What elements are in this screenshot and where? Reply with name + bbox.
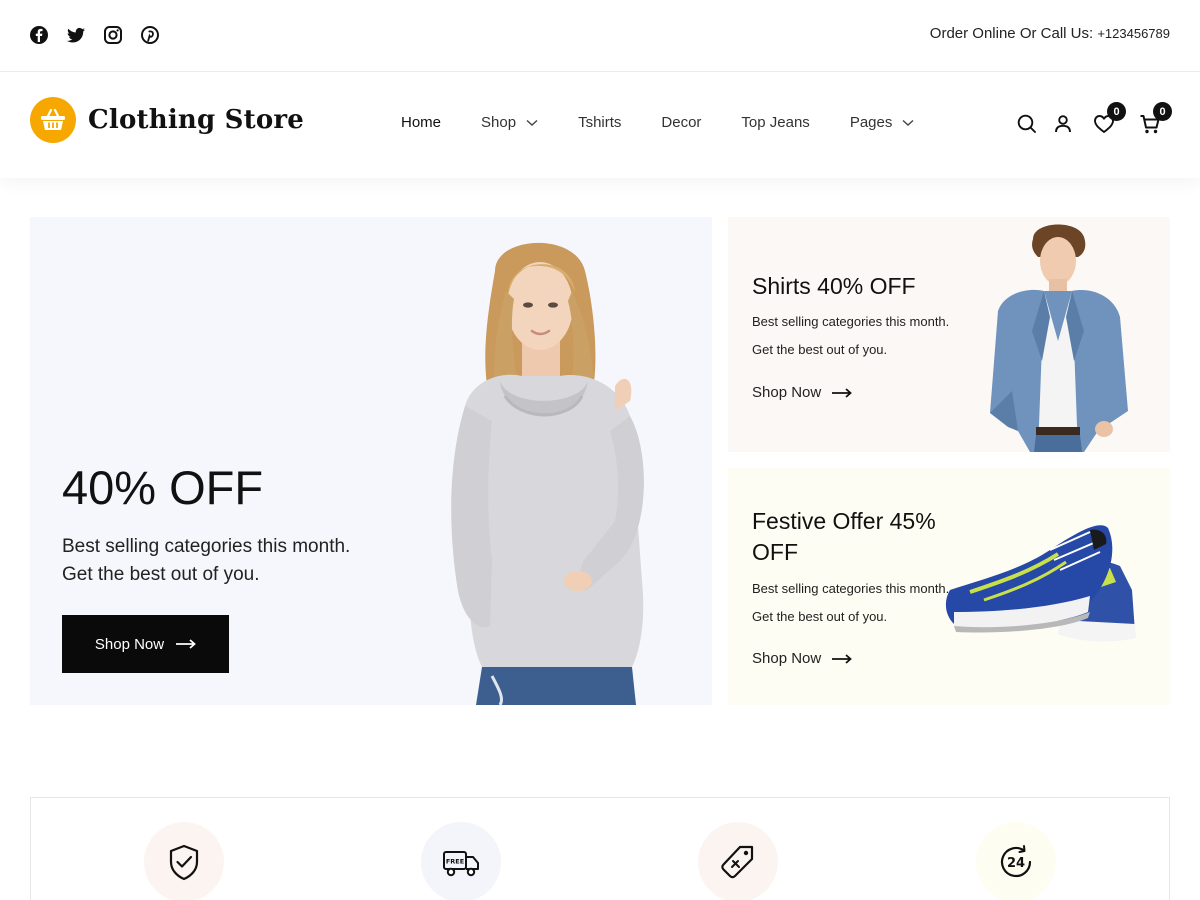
feature-quality <box>144 822 224 900</box>
hero-button-label: Shop Now <box>94 635 165 653</box>
wishlist-button[interactable]: 0 <box>1093 102 1126 135</box>
arrow-right-icon <box>176 639 196 649</box>
features-strip: FREE 24 <box>30 797 1170 900</box>
promo-shop-now-link[interactable]: Shop Now <box>752 384 853 401</box>
search-icon[interactable] <box>1016 113 1038 135</box>
nav-item-shop[interactable]: Shop <box>481 114 538 131</box>
nav-item-decor[interactable]: Decor <box>661 114 701 131</box>
promo-title: Shirts 40% OFF <box>752 273 916 299</box>
free-delivery-truck-icon: FREE <box>443 851 479 877</box>
svg-text:FREE: FREE <box>446 858 464 866</box>
site-logo[interactable]: Clothing Store <box>30 97 304 143</box>
promo-card-festive: Festive Offer 45% OFF Best selling categ… <box>728 468 1170 705</box>
model-man-denim-jacket-image <box>990 224 1128 452</box>
instagram-icon[interactable] <box>103 25 123 45</box>
main-header: Clothing Store Home Shop Tshirts Decor T… <box>0 72 1200 178</box>
cart-button[interactable]: 0 <box>1139 102 1172 135</box>
cart-count-badge: 0 <box>1153 102 1172 121</box>
contact-label: Order Online Or Call Us: <box>929 25 1094 42</box>
twitter-icon[interactable] <box>66 25 86 45</box>
hero-title: 40% OFF <box>62 461 264 514</box>
contact-info: Order Online Or Call Us: +123456789 <box>930 25 1170 42</box>
nav-label: Home <box>401 114 442 131</box>
feature-discount <box>698 822 778 900</box>
nav-label: Pages <box>849 114 893 131</box>
nav-item-top-jeans[interactable]: Top Jeans <box>741 114 809 131</box>
shield-check-icon <box>169 844 199 881</box>
feature-support: 24 <box>976 822 1056 900</box>
facebook-icon[interactable] <box>29 25 49 45</box>
hero-shop-now-button[interactable]: Shop Now <box>62 615 229 673</box>
nav-item-pages[interactable]: Pages <box>850 114 915 131</box>
top-bar: Order Online Or Call Us: +123456789 <box>0 0 1200 72</box>
support-24-icon: 24 <box>1000 845 1032 878</box>
nav-label: Shop <box>481 114 517 131</box>
promo-subtitle: Best selling categories this month. Get … <box>752 314 950 357</box>
logo-text: Clothing Store <box>88 105 305 135</box>
hero-banner: 40% OFF Best selling categories this mon… <box>30 217 712 705</box>
svg-text:24: 24 <box>1007 856 1025 871</box>
pinterest-icon[interactable] <box>140 25 160 45</box>
main-nav: Home Shop Tshirts Decor Top Jeans Pages <box>401 114 914 131</box>
arrow-right-icon <box>832 387 853 398</box>
user-icon[interactable] <box>1052 113 1074 135</box>
nav-label: Decor <box>661 114 702 131</box>
nav-item-tshirts[interactable]: Tshirts <box>578 114 621 131</box>
price-tag-icon <box>721 845 754 879</box>
phone-number[interactable]: +123456789 <box>1097 26 1170 41</box>
social-links <box>29 25 160 45</box>
nav-label: Top Jeans <box>741 114 810 131</box>
promo-link-label: Shop Now <box>752 650 822 667</box>
model-woman-image <box>451 242 644 705</box>
promo-card-shirts: Shirts 40% OFF Best selling categories t… <box>728 217 1170 452</box>
basket-icon <box>30 97 76 143</box>
promo-shop-now-link[interactable]: Shop Now <box>752 650 853 667</box>
nav-item-home[interactable]: Home <box>401 114 441 131</box>
wishlist-count-badge: 0 <box>1107 102 1126 121</box>
feature-free-delivery: FREE <box>421 822 501 900</box>
hero-subtitle: Best selling categories this month. Get … <box>62 536 351 585</box>
chevron-down-icon <box>526 119 538 126</box>
promo-link-label: Shop Now <box>752 384 822 401</box>
chevron-down-icon <box>902 119 914 126</box>
sneakers-image <box>945 525 1136 642</box>
nav-label: Tshirts <box>578 114 622 131</box>
promo-title: Festive Offer 45% OFF <box>752 508 936 565</box>
arrow-right-icon <box>832 653 853 664</box>
promo-subtitle: Best selling categories this month. Get … <box>752 581 950 624</box>
